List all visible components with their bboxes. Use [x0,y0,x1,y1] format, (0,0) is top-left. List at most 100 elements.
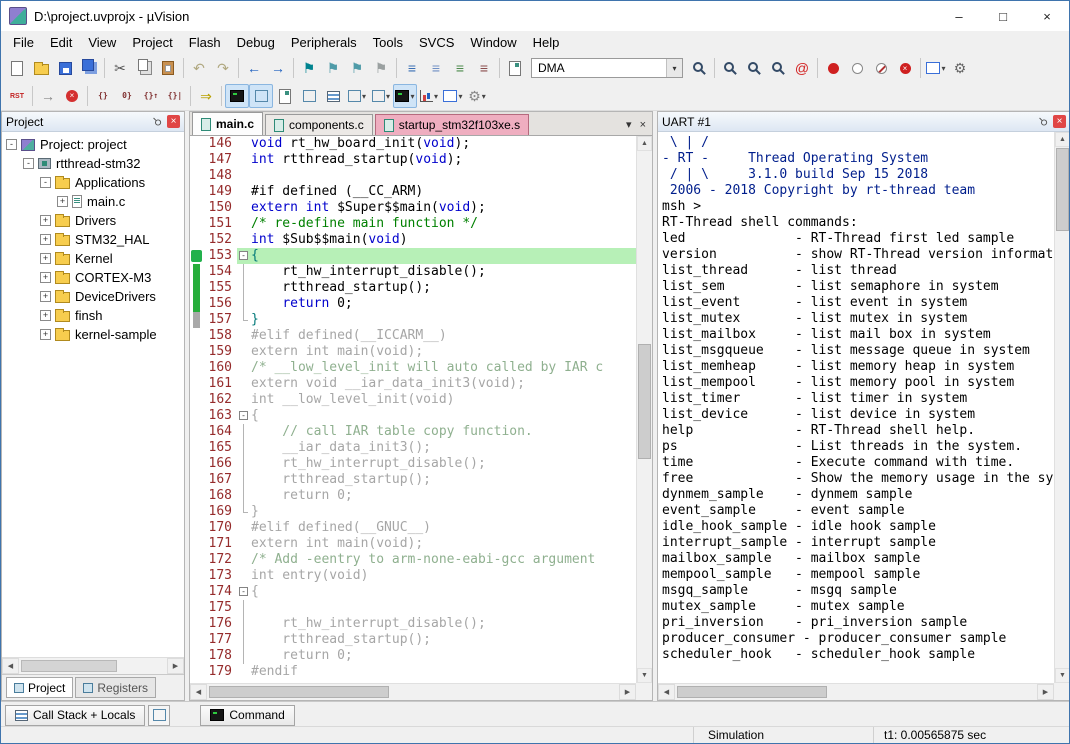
collapse-icon[interactable]: - [6,139,17,150]
code-text[interactable]: /* re-define main function */ [251,216,636,232]
cut-button[interactable]: ✂ [108,56,132,80]
scroll-down-icon[interactable]: ▼ [637,668,652,683]
code-text[interactable]: int rtthread_startup(void); [251,152,636,168]
toolbar-combo[interactable]: DMA▾ [531,58,683,78]
find-in-files-button[interactable] [718,56,742,80]
scroll-left-icon[interactable]: ◀ [2,658,19,674]
editor-hscroll-track[interactable] [207,684,619,700]
peripherals-dialog-button[interactable] [503,56,527,80]
code-text[interactable]: extern int $Super$$main(void); [251,200,636,216]
breakpoint-margin[interactable] [190,344,203,360]
breakpoint-margin[interactable] [190,664,203,680]
undo-button[interactable]: ↶ [187,56,211,80]
code-text[interactable]: extern int main(void); [251,536,636,552]
breakpoint-margin[interactable] [190,520,203,536]
menu-item-tools[interactable]: Tools [365,32,411,53]
code-text[interactable]: rt_hw_interrupt_disable(); [251,456,636,472]
breakpoint-margin[interactable] [190,600,203,616]
breakpoint-margin[interactable] [190,632,203,648]
tree-item-kernel-sample[interactable]: +kernel-sample [2,325,184,344]
menu-item-project[interactable]: Project [124,32,180,53]
breakpoint-margin[interactable] [190,200,203,216]
code-text[interactable]: rtthread_startup(); [251,632,636,648]
breakpoint-margin[interactable] [190,264,203,280]
open-file-button[interactable] [29,56,53,80]
command-tab[interactable]: Command [200,705,294,726]
breakpoint-margin[interactable] [190,280,203,296]
code-text[interactable]: { [251,408,636,424]
indent-left-button[interactable]: ≡ [424,56,448,80]
code-text[interactable]: rtthread_startup(); [251,280,636,296]
breakpoint-enable-disable-button[interactable] [845,56,869,80]
code-text[interactable]: } [251,504,636,520]
collapse-icon[interactable]: - [40,177,51,188]
breakpoint-disable-all-button[interactable] [869,56,893,80]
code-text[interactable]: #if defined (__CC_ARM) [251,184,636,200]
bookmark-next-button[interactable]: ⚑ [345,56,369,80]
code-text[interactable]: { [251,248,636,264]
expand-icon[interactable]: + [40,234,51,245]
menu-item-edit[interactable]: Edit [42,32,80,53]
reset-cpu-button[interactable]: RST [5,84,29,108]
step-over-button[interactable]: 0} [115,84,139,108]
tree-item-project-project[interactable]: -Project: project [2,135,184,154]
code-text[interactable]: #elif defined(__ICCARM__) [251,328,636,344]
watch-window-dropdown-icon[interactable]: ▾ [362,92,366,101]
tree-item-devicedrivers[interactable]: +DeviceDrivers [2,287,184,306]
uart-hscroll-thumb[interactable] [677,686,827,698]
scroll-down-icon[interactable]: ▼ [1055,668,1070,683]
breakpoint-margin[interactable] [190,552,203,568]
bookmark-prev-button[interactable]: ⚑ [321,56,345,80]
breakpoint-margin[interactable] [190,168,203,184]
toolbox-button[interactable]: ⚙▾ [465,84,489,108]
configure-button[interactable]: ⚙ [948,56,972,80]
symbol-window-button[interactable] [273,84,297,108]
breakpoint-margin[interactable] [190,376,203,392]
tree-item-applications[interactable]: -Applications [2,173,184,192]
menu-item-debug[interactable]: Debug [229,32,283,53]
find-at-button[interactable]: @ [790,56,814,80]
analysis-window-dropdown-icon[interactable]: ▾ [434,92,438,101]
fold-collapse-icon[interactable]: - [239,411,248,420]
code-text[interactable]: } [251,312,636,328]
breakpoint-margin[interactable] [190,136,203,152]
menu-item-window[interactable]: Window [462,32,524,53]
step-into-button[interactable]: {} [91,84,115,108]
fold-collapse-icon[interactable]: - [239,587,248,596]
indent-right-button[interactable]: ≡ [400,56,424,80]
breakpoint-margin[interactable] [190,536,203,552]
expand-icon[interactable]: + [40,291,51,302]
code-text[interactable] [251,168,636,184]
minimize-button[interactable]: – [937,1,981,31]
code-text[interactable]: void rt_hw_board_init(void); [251,136,636,152]
expand-icon[interactable]: + [40,215,51,226]
call-stack-locals-tab[interactable]: Call Stack + Locals [5,705,145,726]
memory-window-button[interactable]: ▾ [369,84,393,108]
breakpoint-margin[interactable] [190,360,203,376]
bookmark-clear-all-button[interactable]: ⚑ [369,56,393,80]
serial-window-dropdown-icon[interactable]: ▾ [410,92,414,101]
editor-hscroll-thumb[interactable] [209,686,389,698]
code-lines[interactable]: 146void rt_hw_board_init(void);147int rt… [190,136,636,683]
breakpoint-margin[interactable] [190,616,203,632]
breakpoint-margin[interactable] [190,312,203,328]
code-text[interactable]: return 0; [251,488,636,504]
maximize-button[interactable]: □ [981,1,1025,31]
copy-button[interactable] [132,56,156,80]
new-file-button[interactable] [5,56,29,80]
nav-back-button[interactable]: ← [242,56,266,80]
code-text[interactable]: __iar_data_init3(); [251,440,636,456]
breakpoint-margin[interactable] [190,440,203,456]
editor-vscroll-thumb[interactable] [638,344,651,459]
show-current-statement-button[interactable]: ⇒ [194,84,218,108]
breakpoint-margin[interactable] [190,392,203,408]
breakpoint-margin[interactable] [190,488,203,504]
tree-item-drivers[interactable]: +Drivers [2,211,184,230]
find-next-button[interactable] [687,56,711,80]
incremental-find-button[interactable] [742,56,766,80]
editor-tab-main-c[interactable]: main.c [192,112,263,135]
expand-icon[interactable]: + [40,329,51,340]
menu-item-help[interactable]: Help [525,32,568,53]
call-stack-window-button[interactable] [321,84,345,108]
uart-panel-close-icon[interactable]: × [1053,115,1066,128]
